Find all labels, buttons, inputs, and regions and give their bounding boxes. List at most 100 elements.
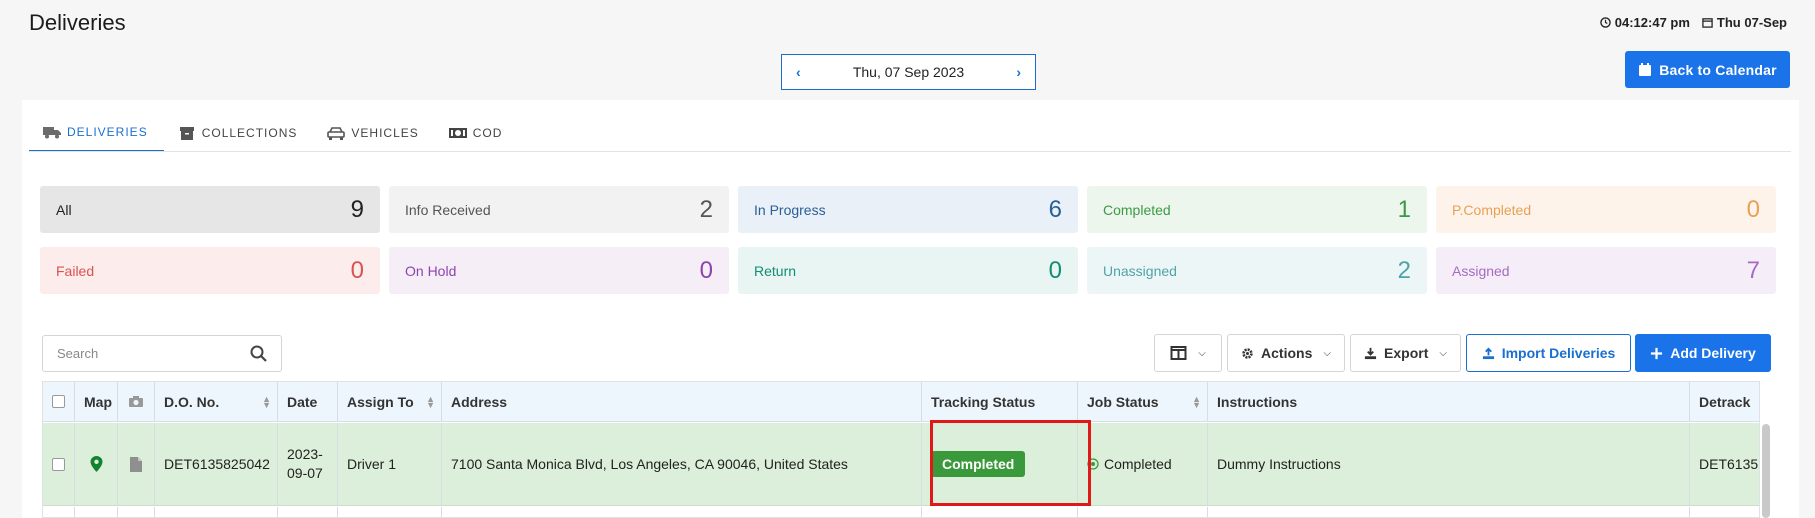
stat-p-completed[interactable]: P.Completed 0 — [1436, 186, 1776, 233]
prev-day-button[interactable]: ‹ — [796, 64, 801, 80]
header-label: Detrack — [1699, 393, 1751, 410]
header-date[interactable]: Date — [278, 382, 338, 421]
stat-count: 2 — [1397, 256, 1411, 284]
stat-count: 9 — [350, 195, 364, 223]
box-icon — [179, 127, 194, 140]
header-label: D.O. No. — [164, 393, 220, 410]
tracking-status-cell — [922, 507, 1078, 517]
deliveries-table: Map D.O. No. ▲ ▼ Date Assign To ▲ ▼ Address … — [42, 381, 1760, 518]
header-address[interactable]: Address — [442, 382, 922, 421]
next-day-button[interactable]: › — [1016, 64, 1021, 80]
header-do-no[interactable]: D.O. No. ▲ ▼ — [155, 382, 278, 421]
header-label: Map — [84, 393, 112, 410]
photo-cell — [118, 507, 155, 517]
export-button[interactable]: Export ⌵ — [1350, 334, 1461, 372]
header-assign-to[interactable]: Assign To ▲ ▼ — [338, 382, 442, 421]
stat-label: On Hold — [405, 262, 457, 279]
import-deliveries-button[interactable]: Import Deliveries — [1466, 334, 1631, 372]
stat-label: Completed — [1103, 201, 1171, 218]
job-status-text: Completed — [1104, 456, 1172, 472]
add-delivery-button[interactable]: Add Delivery — [1635, 334, 1771, 372]
header-tracking-status[interactable]: Tracking Status — [922, 382, 1078, 421]
header-detrack[interactable]: Detrack — [1690, 382, 1759, 421]
stat-label: Unassigned — [1103, 262, 1177, 279]
stat-label: All — [56, 201, 72, 218]
cash-icon — [448, 128, 467, 138]
stat-unassigned[interactable]: Unassigned 2 — [1087, 247, 1427, 294]
do-no-cell[interactable]: DET6135825042 — [155, 423, 278, 505]
row-select-cell — [43, 507, 75, 517]
address-cell: 7100 Santa Monica Blvd, Los Angeles, CA … — [442, 423, 922, 505]
actions-label: Actions — [1261, 345, 1313, 361]
table-scrollbar[interactable] — [1762, 424, 1770, 518]
assign-to-cell[interactable]: Driver 1 — [338, 423, 442, 505]
tab-collections[interactable]: COLLECTIONS — [164, 114, 314, 152]
stat-count: 0 — [1048, 256, 1062, 284]
header-label: Assign To — [347, 393, 414, 410]
selected-date: Thu, 07 Sep 2023 — [852, 64, 965, 80]
map-pin-icon[interactable] — [90, 456, 103, 472]
header-map[interactable]: Map — [75, 382, 118, 421]
tab-label: COLLECTIONS — [201, 126, 298, 140]
stat-completed[interactable]: Completed 1 — [1087, 186, 1427, 233]
column-toggle-button[interactable]: ⌵ — [1154, 334, 1222, 372]
address-cell — [442, 507, 922, 517]
download-icon — [1364, 347, 1377, 359]
date-cell — [278, 507, 338, 517]
chevron-down-icon: ⌵ — [1198, 347, 1206, 359]
tab-vehicles[interactable]: VEHICLES — [313, 114, 434, 152]
stat-label: P.Completed — [1452, 201, 1532, 218]
stat-in-progress[interactable]: In Progress 6 — [738, 186, 1078, 233]
table-row[interactable] — [43, 507, 1759, 517]
import-label: Import Deliveries — [1501, 345, 1616, 361]
header-label: Job Status — [1087, 393, 1159, 410]
camera-icon — [129, 396, 143, 407]
do-no-cell — [155, 507, 278, 517]
stat-count: 0 — [699, 256, 713, 284]
stat-info-received[interactable]: Info Received 2 — [389, 186, 729, 233]
calendar-icon — [1639, 62, 1652, 76]
stat-on-hold[interactable]: On Hold 0 — [389, 247, 729, 294]
header-label: Instructions — [1217, 393, 1298, 410]
stat-return[interactable]: Return 0 — [738, 247, 1078, 294]
search-input[interactable] — [57, 346, 227, 361]
assign-to-cell — [338, 507, 442, 517]
stat-all[interactable]: All 9 — [40, 186, 380, 233]
header-label: Address — [451, 393, 508, 410]
back-to-calendar-button[interactable]: Back to Calendar — [1625, 51, 1790, 88]
tab-cod[interactable]: COD — [435, 114, 519, 152]
car-icon — [327, 127, 346, 140]
tab-label: VEHICLES — [351, 126, 419, 140]
instructions-cell: Dummy Instructions — [1208, 423, 1690, 505]
columns-icon — [1170, 346, 1187, 360]
map-cell — [75, 507, 118, 517]
table-row[interactable]: DET6135825042 2023-09-07 Driver 1 7100 S… — [43, 423, 1759, 506]
document-icon[interactable] — [130, 456, 142, 472]
stat-assigned[interactable]: Assigned 7 — [1436, 247, 1776, 294]
stat-label: Return — [754, 262, 797, 279]
tab-divider — [29, 151, 1791, 152]
sort-icon: ▲ ▼ — [1192, 393, 1201, 410]
header-instructions[interactable]: Instructions — [1208, 382, 1690, 421]
header-job-status[interactable]: Job Status ▲ ▼ — [1078, 382, 1208, 421]
select-all-checkbox[interactable] — [52, 395, 65, 408]
actions-button[interactable]: Actions ⌵ — [1227, 334, 1345, 372]
stat-count: 0 — [1746, 195, 1760, 223]
job-status-cell — [1078, 507, 1208, 517]
row-checkbox[interactable] — [52, 457, 65, 471]
header-label: Date — [287, 393, 318, 410]
tab-label: COD — [472, 126, 503, 140]
highlight-box — [930, 420, 1091, 506]
search-icon[interactable] — [250, 345, 267, 362]
stat-count: 2 — [699, 195, 713, 223]
sort-icon: ▲ ▼ — [426, 393, 435, 410]
tab-bar: DELIVERIES COLLECTIONS VEHICLES COD — [29, 114, 518, 152]
header-photo — [118, 382, 155, 421]
upload-icon — [1482, 347, 1494, 359]
date-cell: 2023-09-07 — [278, 423, 338, 505]
truck-icon — [43, 127, 61, 139]
clock-icon — [1599, 17, 1611, 28]
tab-deliveries[interactable]: DELIVERIES — [29, 114, 164, 152]
stat-failed[interactable]: Failed 0 — [40, 247, 380, 294]
instructions-cell — [1208, 507, 1690, 517]
